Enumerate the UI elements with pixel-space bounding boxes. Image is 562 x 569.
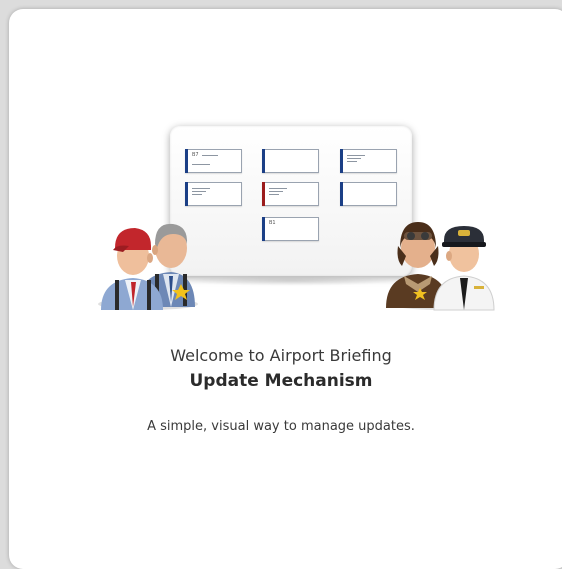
briefing-note — [262, 149, 319, 173]
welcome-product-name: Update Mechanism — [189, 371, 373, 391]
briefing-note: B1 — [262, 217, 319, 241]
ground-staff-icon — [98, 223, 198, 310]
note-tag: B7 — [192, 152, 199, 158]
briefing-note-highlighted — [262, 182, 319, 206]
pilots-icon — [386, 222, 495, 311]
illustration: B7 B1 — [0, 0, 562, 330]
briefing-note — [340, 182, 397, 206]
briefing-note: B7 — [185, 149, 242, 173]
briefing-note — [185, 182, 242, 206]
welcome-heading: Welcome to Airport Briefing — [170, 346, 392, 365]
welcome-tagline: A simple, visual way to manage updates. — [147, 419, 415, 434]
note-tag: B1 — [269, 220, 276, 226]
whiteboard-icon: B7 B1 — [170, 126, 412, 276]
board-shadow — [185, 276, 397, 286]
briefing-note — [340, 149, 397, 173]
